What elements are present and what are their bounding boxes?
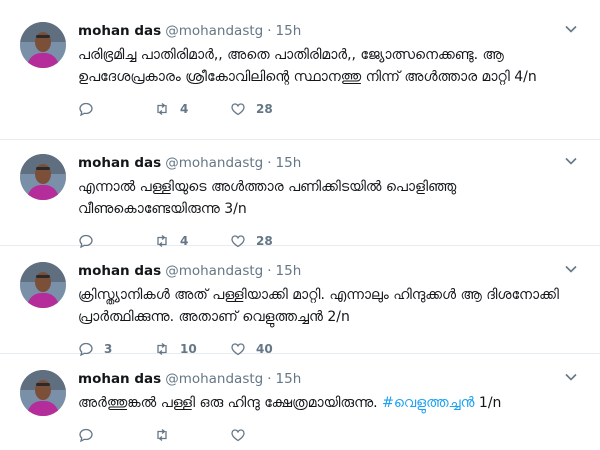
author-handle[interactable]: @mohandastg (165, 22, 263, 40)
avatar[interactable] (20, 262, 66, 308)
author-name[interactable]: mohan das (78, 370, 161, 388)
separator-dot: · (267, 23, 272, 39)
tweet-text: ക്രിസ്ത്യാനികൾ അത് പള്ളിയാക്കി മാറ്റി. എ… (78, 284, 560, 328)
author-handle[interactable]: @mohandastg (165, 262, 263, 280)
author-handle[interactable]: @mohandastg (165, 154, 263, 172)
retweet-icon (157, 102, 167, 116)
author-name[interactable]: mohan das (78, 22, 161, 40)
chevron-down-icon[interactable] (564, 370, 578, 384)
timestamp[interactable]: 15h (276, 262, 302, 280)
reply-button[interactable] (78, 101, 154, 117)
tweet-actions: 4 28 (78, 100, 560, 118)
like-button[interactable] (230, 427, 306, 443)
chevron-down-icon[interactable] (564, 154, 578, 168)
tweet-text: അർത്തുങ്കൽ പള്ളി ഒരു ഹിന്ദു ക്ഷേത്രമായിര… (78, 392, 560, 414)
separator-dot: · (267, 371, 272, 387)
retweet-count: 4 (180, 102, 189, 116)
avatar[interactable] (20, 22, 66, 68)
avatar[interactable] (20, 370, 66, 416)
like-count: 28 (256, 102, 273, 116)
separator-dot: · (267, 263, 272, 279)
tweet-actions (78, 426, 560, 444)
tweet-header: mohan das @mohandastg · 15h (78, 370, 560, 388)
tweet-text-body: പരിഭ്രമിച്ച പാതിരിമാർ,, അതെ പാതിരിമാർ,, … (78, 47, 537, 85)
tweet-text-body: എന്നാൽ പള്ളിയുടെ അൾത്താര പണിക്കിടയിൽ പൊള… (78, 179, 457, 217)
timestamp[interactable]: 15h (276, 370, 302, 388)
author-name[interactable]: mohan das (78, 262, 161, 280)
tweet-text-body: അർത്തുങ്കൽ പള്ളി ഒരു ഹിന്ദു ക്ഷേത്രമായിര… (78, 395, 383, 411)
heart-icon (231, 429, 245, 442)
author-handle[interactable]: @mohandastg (165, 370, 263, 388)
retweet-button[interactable] (154, 427, 230, 443)
tweet[interactable]: mohan das @mohandastg · 15h ക്രിസ്ത്യാനി… (0, 246, 600, 357)
timestamp[interactable]: 15h (276, 22, 302, 40)
tweet[interactable]: mohan das @mohandastg · 15h എന്നാൽ പള്ളി… (0, 140, 600, 249)
tweet-text-tail: 1/n (474, 395, 502, 411)
heart-icon (231, 103, 245, 116)
author-name[interactable]: mohan das (78, 154, 161, 172)
tweet-text: പരിഭ്രമിച്ച പാതിരിമാർ,, അതെ പാതിരിമാർ,, … (78, 44, 560, 88)
reply-icon (79, 102, 93, 117)
separator-dot: · (267, 155, 272, 171)
reply-button[interactable] (78, 427, 154, 443)
tweet-header: mohan das @mohandastg · 15h (78, 262, 560, 280)
retweet-icon (157, 428, 167, 442)
tweet[interactable]: mohan das @mohandastg · 15h പരിഭ്രമിച്ച … (0, 0, 600, 140)
hashtag-link[interactable]: #വെളുത്തച്ചൻ (382, 395, 474, 411)
tweet-text: എന്നാൽ പള്ളിയുടെ അൾത്താര പണിക്കിടയിൽ പൊള… (78, 176, 560, 220)
timestamp[interactable]: 15h (276, 154, 302, 172)
chevron-down-icon[interactable] (564, 262, 578, 276)
retweet-button[interactable]: 4 (154, 101, 230, 117)
tweet-header: mohan das @mohandastg · 15h (78, 154, 560, 172)
like-button[interactable]: 28 (230, 101, 306, 117)
reply-icon (79, 428, 93, 443)
tweet-text-body: ക്രിസ്ത്യാനികൾ അത് പള്ളിയാക്കി മാറ്റി. എ… (78, 287, 559, 325)
tweet[interactable]: mohan das @mohandastg · 15h അർത്തുങ്കൽ പ… (0, 354, 600, 450)
tweet-header: mohan das @mohandastg · 15h (78, 22, 560, 40)
timeline: mohan das @mohandastg · 15h പരിഭ്രമിച്ച … (0, 0, 600, 450)
avatar[interactable] (20, 154, 66, 200)
chevron-down-icon[interactable] (564, 22, 578, 36)
